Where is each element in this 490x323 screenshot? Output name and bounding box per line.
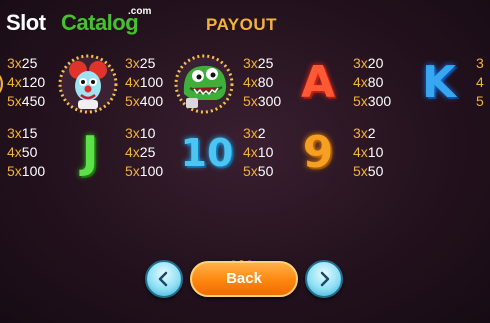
pay-list: 3x2 4x10 5x50 bbox=[353, 125, 384, 179]
brand-com: .com bbox=[128, 6, 152, 17]
previous-page-button[interactable] bbox=[145, 260, 183, 298]
page-title: PAYOUT bbox=[206, 15, 278, 34]
letter-a-icon: A bbox=[300, 57, 336, 108]
clown-icon bbox=[56, 54, 120, 114]
chevron-left-icon bbox=[158, 271, 168, 287]
pay-list-cutoff: 3 4 5 bbox=[476, 55, 484, 109]
pay-list: 3x15 4x50 5x100 bbox=[7, 125, 46, 179]
paytable: 3x25 4x120 5x450 3x25 4x100 5x400 3x25 4… bbox=[0, 48, 490, 198]
pay-list: 3x25 4x120 5x450 bbox=[7, 55, 46, 109]
partial-symbol-icon bbox=[0, 58, 4, 110]
pay-list: 3x25 4x80 5x300 bbox=[243, 55, 282, 109]
brand-catalog: Catalog bbox=[61, 10, 139, 35]
letter-j-icon: J bbox=[81, 127, 99, 178]
number-10-icon: 10 bbox=[180, 131, 234, 175]
next-page-button[interactable] bbox=[305, 260, 343, 298]
pay-list: 3x25 4x100 5x400 bbox=[125, 55, 164, 109]
back-button[interactable]: Back bbox=[190, 261, 298, 297]
brand-slot: Slot bbox=[6, 10, 46, 35]
number-9-icon: 9 bbox=[302, 127, 334, 178]
payout-screen: Slot Catalog .com PAYOUT 3x25 4x120 5x45… bbox=[0, 0, 490, 323]
letter-k-icon: K bbox=[421, 57, 457, 108]
chevron-right-icon bbox=[320, 271, 330, 287]
pay-list: 3x2 4x10 5x50 bbox=[243, 125, 274, 179]
pay-list: 3x10 4x25 5x100 bbox=[125, 125, 164, 179]
green-monster-icon bbox=[172, 54, 236, 114]
pay-list: 3x20 4x80 5x300 bbox=[353, 55, 392, 109]
